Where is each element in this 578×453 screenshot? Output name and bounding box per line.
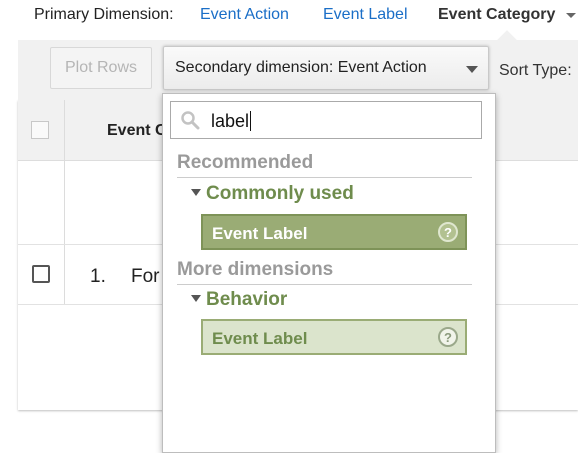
dimension-search-input[interactable]: label: [170, 101, 482, 139]
primary-dimension-bar: Primary Dimension: Event Action Event La…: [0, 0, 578, 40]
row-checkbox[interactable]: [32, 265, 50, 283]
search-input-value: label: [211, 111, 252, 131]
report-toolbar: Plot Rows Secondary dimension: Event Act…: [18, 40, 578, 100]
secondary-dimension-select[interactable]: Secondary dimension: Event Action: [163, 46, 489, 90]
primary-dimension-event-action-link[interactable]: Event Action: [200, 6, 289, 24]
dimension-option-event-label[interactable]: Event Label ?: [201, 319, 467, 355]
secondary-dimension-dropdown: label Recommended Commonly used Event La…: [162, 93, 496, 453]
secondary-dimension-label: Secondary dimension: Event Action: [175, 59, 427, 76]
chevron-down-icon[interactable]: [566, 13, 576, 18]
dimension-option-event-label[interactable]: Event Label ?: [201, 214, 467, 250]
section-title: More dimensions: [177, 259, 334, 280]
table-row-cell[interactable]: For: [131, 266, 160, 288]
help-icon[interactable]: ?: [438, 327, 458, 347]
section-recommended: Recommended: [177, 152, 472, 178]
option-label: Event Label: [212, 224, 308, 243]
plot-rows-button[interactable]: Plot Rows: [50, 47, 152, 89]
section-title: Recommended: [177, 152, 314, 173]
select-all-checkbox[interactable]: [31, 121, 49, 139]
search-icon: [181, 111, 200, 130]
group-label: Behavior: [206, 289, 288, 310]
primary-dimension-event-category[interactable]: Event Category: [438, 6, 555, 24]
row-number: 1.: [90, 266, 106, 287]
group-commonly-used[interactable]: Commonly used: [191, 183, 354, 205]
sort-type-label: Sort Type:: [499, 62, 572, 79]
column-header-event-category[interactable]: Event C: [107, 122, 167, 140]
collapse-triangle-icon: [191, 188, 201, 196]
section-more-dimensions: More dimensions: [177, 259, 472, 285]
column-divider: [64, 100, 65, 305]
group-label: Commonly used: [206, 183, 354, 204]
chevron-down-icon: [466, 66, 478, 73]
primary-dimension-event-label-link[interactable]: Event Label: [323, 6, 408, 24]
primary-dimension-label: Primary Dimension:: [34, 6, 174, 23]
collapse-triangle-icon: [191, 294, 201, 302]
section-divider: [177, 177, 472, 178]
group-behavior[interactable]: Behavior: [191, 289, 287, 311]
section-divider: [177, 284, 472, 285]
help-icon[interactable]: ?: [438, 222, 458, 242]
option-label: Event Label: [212, 329, 308, 348]
